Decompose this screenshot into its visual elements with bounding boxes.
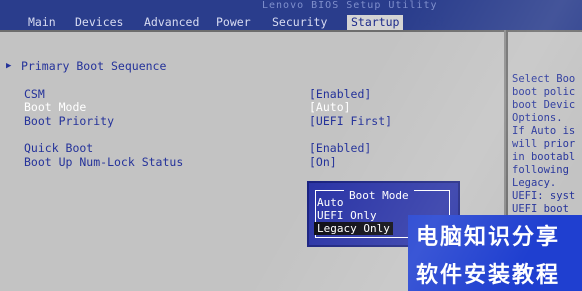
help-line: will prior [512, 138, 576, 150]
help-line: UEFI: syst [512, 190, 576, 202]
help-line: Legacy. [512, 177, 557, 189]
tab-startup[interactable]: Startup [347, 15, 404, 30]
watermark-text: 电脑知识分享 [416, 225, 561, 250]
watermark-banner-bottom: 软件安装教程 [408, 253, 582, 291]
tab-bar: Main Devices Advanced Power Security Sta… [0, 15, 582, 30]
tab-security[interactable]: Security [272, 15, 327, 30]
bios-title: Lenovo BIOS Setup Utility [262, 0, 438, 11]
help-line: following [512, 164, 569, 176]
primary-boot-sequence-link[interactable]: Primary Boot Sequence [21, 60, 166, 73]
setting-value-quick-boot[interactable]: [Enabled] [309, 142, 371, 155]
setting-label-boot-priority[interactable]: Boot Priority [24, 115, 114, 128]
bios-screen: Lenovo BIOS Setup Utility Main Devices A… [0, 0, 582, 291]
popup-title: Boot Mode [344, 190, 414, 202]
menu-bar: Lenovo BIOS Setup Utility Main Devices A… [0, 0, 582, 30]
help-line: If Auto is [512, 125, 576, 137]
popup-option-legacy-only[interactable]: Legacy Only [314, 222, 393, 235]
help-line: in bootabl [512, 151, 576, 163]
popup-option-auto[interactable]: Auto [317, 196, 344, 209]
tab-main[interactable]: Main [28, 15, 56, 30]
help-line: Options. [512, 112, 563, 124]
help-line: Select Boo [512, 73, 576, 85]
help-line: boot Devic [512, 99, 576, 111]
watermark-banner-top: 电脑知识分享 [408, 215, 582, 253]
setting-value-boot-mode[interactable]: [Auto] [309, 101, 351, 114]
tab-devices[interactable]: Devices [75, 15, 123, 30]
setting-label-boot-mode[interactable]: Boot Mode [24, 101, 86, 114]
tab-advanced[interactable]: Advanced [144, 15, 199, 30]
tab-power[interactable]: Power [216, 15, 251, 30]
watermark-text: 软件安装教程 [416, 263, 561, 288]
setting-label-quick-boot[interactable]: Quick Boot [24, 142, 93, 155]
setting-label-numlock[interactable]: Boot Up Num-Lock Status [24, 156, 183, 169]
tab-exit[interactable]: Exit [418, 15, 446, 30]
popup-option-uefi-only[interactable]: UEFI Only [317, 209, 377, 222]
setting-value-boot-priority[interactable]: [UEFI First] [309, 115, 392, 128]
help-line: boot polic [512, 86, 576, 98]
submenu-arrow-icon: ▶ [6, 61, 12, 71]
setting-value-numlock[interactable]: [On] [309, 156, 337, 169]
